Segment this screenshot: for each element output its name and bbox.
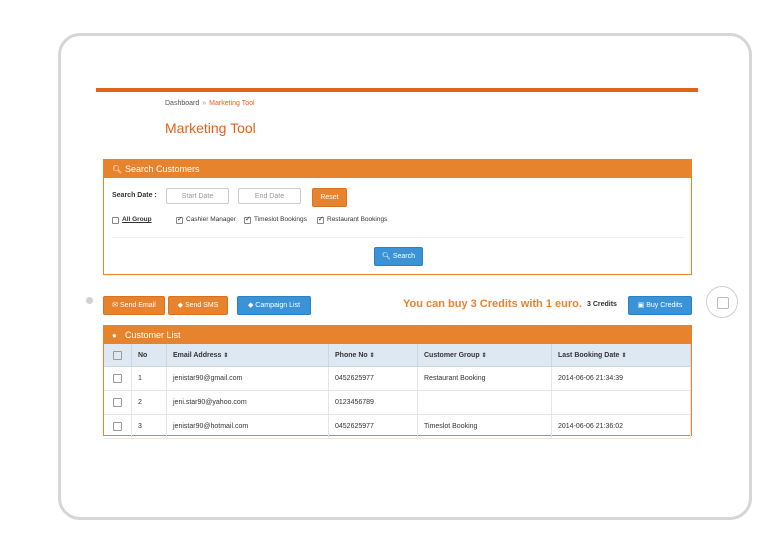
- col-date[interactable]: Last Booking Date ⇕: [551, 344, 691, 367]
- group-label-restaurant: Restaurant Bookings: [327, 216, 388, 223]
- cell-group: [417, 390, 552, 415]
- row-checkbox[interactable]: [112, 398, 122, 407]
- group-checkbox-timeslot[interactable]: [244, 215, 251, 224]
- col-phone-label: Phone No: [335, 351, 368, 359]
- col-email[interactable]: Email Address ⇕: [166, 344, 329, 367]
- group-checkbox-cashier[interactable]: [176, 215, 183, 224]
- screen: Dashboard» Marketing Tool Marketing Tool …: [0, 0, 776, 546]
- col-phone[interactable]: Phone No ⇕: [328, 344, 418, 367]
- send-sms-label: Send SMS: [184, 302, 219, 309]
- cell-phone: 0123456789: [328, 390, 418, 415]
- end-date-input[interactable]: End Date: [238, 188, 301, 204]
- top-accent-bar: [96, 88, 698, 92]
- reset-button[interactable]: Reset: [312, 188, 347, 207]
- sort-icon: ⇕: [621, 352, 627, 359]
- cell-date: 2014-06-06 21:36:02: [551, 414, 691, 439]
- credits-count: 3 Credits: [587, 301, 617, 308]
- send-email-button[interactable]: ✉ Send Email: [103, 296, 165, 315]
- col-no: No: [131, 344, 167, 367]
- select-all-cell: [104, 344, 132, 367]
- cell-group: Restaurant Booking: [417, 366, 552, 391]
- search-button-label: Search: [392, 253, 416, 260]
- sort-icon: ⇕: [481, 352, 487, 359]
- page-title: Marketing Tool: [165, 120, 256, 136]
- cell-no: 1: [131, 366, 167, 391]
- customer-list-panel: ● Customer List No Email Address ⇕ Phone N…: [103, 325, 692, 439]
- search-button[interactable]: 🔍︎ Search: [374, 247, 423, 266]
- table-header-row: No Email Address ⇕ Phone No ⇕ Customer Gro…: [104, 344, 691, 367]
- cell-no: 2: [131, 390, 167, 415]
- tag-icon: ◆: [247, 302, 254, 309]
- tag-icon: ◆: [177, 302, 183, 309]
- row-checkbox[interactable]: [112, 422, 122, 431]
- all-group-label[interactable]: All Group: [122, 216, 152, 223]
- row-select-cell: [104, 366, 132, 391]
- customer-list-title: Customer List: [125, 330, 181, 340]
- divider: [112, 237, 684, 238]
- search-panel-header: 🔍︎ Search Customers: [104, 160, 691, 178]
- money-icon: ▣: [637, 302, 645, 309]
- row-select-cell: [104, 414, 132, 439]
- group-label-timeslot: Timeslot Bookings: [254, 216, 307, 223]
- buy-credits-button[interactable]: ▣ Buy Credits: [628, 296, 692, 315]
- row-checkbox[interactable]: [112, 374, 122, 383]
- row-select-cell: [104, 390, 132, 415]
- campaign-list-button[interactable]: ◆ Campaign List: [237, 296, 311, 315]
- customer-list-header: ● Customer List: [104, 326, 691, 344]
- cell-email: jeni.star90@yahoo.com: [166, 390, 329, 415]
- cell-date: [551, 390, 691, 415]
- start-date-input[interactable]: Start Date: [166, 188, 229, 204]
- cell-group: Timeslot Booking: [417, 414, 552, 439]
- user-icon: ●: [112, 331, 117, 340]
- col-group[interactable]: Customer Group ⇕: [417, 344, 552, 367]
- search-panel-title: Search Customers: [125, 164, 200, 174]
- sort-icon: ⇕: [369, 352, 375, 359]
- cell-no: 3: [131, 414, 167, 439]
- search-customers-panel: 🔍︎ Search Customers Search Date : Start D…: [103, 159, 692, 275]
- col-date-label: Last Booking Date: [558, 351, 620, 359]
- breadcrumb-separator: »: [202, 100, 207, 107]
- campaign-list-label: Campaign List: [255, 302, 301, 309]
- group-checkbox-restaurant[interactable]: [317, 215, 324, 224]
- envelope-icon: ✉: [112, 302, 119, 309]
- all-group-checkbox[interactable]: [112, 217, 119, 224]
- col-group-label: Customer Group: [424, 351, 480, 359]
- credit-message: You can buy 3 Credits with 1 euro.: [403, 298, 582, 310]
- breadcrumb-current: Marketing Tool: [209, 100, 255, 107]
- group-label-cashier: Cashier Manager: [186, 216, 236, 223]
- send-email-label: Send Email: [120, 302, 156, 309]
- cell-phone: 0452625977: [328, 366, 418, 391]
- select-all-checkbox[interactable]: [112, 350, 122, 360]
- cell-email: jenistar90@gmail.com: [166, 366, 329, 391]
- breadcrumb-home[interactable]: Dashboard: [165, 100, 199, 107]
- send-sms-button[interactable]: ◆ Send SMS: [168, 296, 228, 315]
- customer-table: No Email Address ⇕ Phone No ⇕ Customer Gro…: [104, 344, 691, 439]
- search-icon: 🔍︎: [112, 165, 123, 174]
- table-row: 3 jenistar90@hotmail.com 0452625977 Time…: [104, 414, 691, 439]
- search-icon: 🔍︎: [381, 253, 391, 260]
- cell-date: 2014-06-06 21:34:39: [551, 366, 691, 391]
- sort-icon: ⇕: [223, 352, 229, 359]
- buy-credits-label: Buy Credits: [646, 302, 683, 309]
- breadcrumb: Dashboard» Marketing Tool: [165, 100, 255, 107]
- table-row: 2 jeni.star90@yahoo.com 0123456789: [104, 390, 691, 415]
- table-row: 1 jenistar90@gmail.com 0452625977 Restau…: [104, 366, 691, 391]
- cell-phone: 0452625977: [328, 414, 418, 439]
- search-date-label: Search Date :: [112, 192, 157, 199]
- col-email-label: Email Address: [173, 351, 222, 359]
- cell-email: jenistar90@hotmail.com: [166, 414, 329, 439]
